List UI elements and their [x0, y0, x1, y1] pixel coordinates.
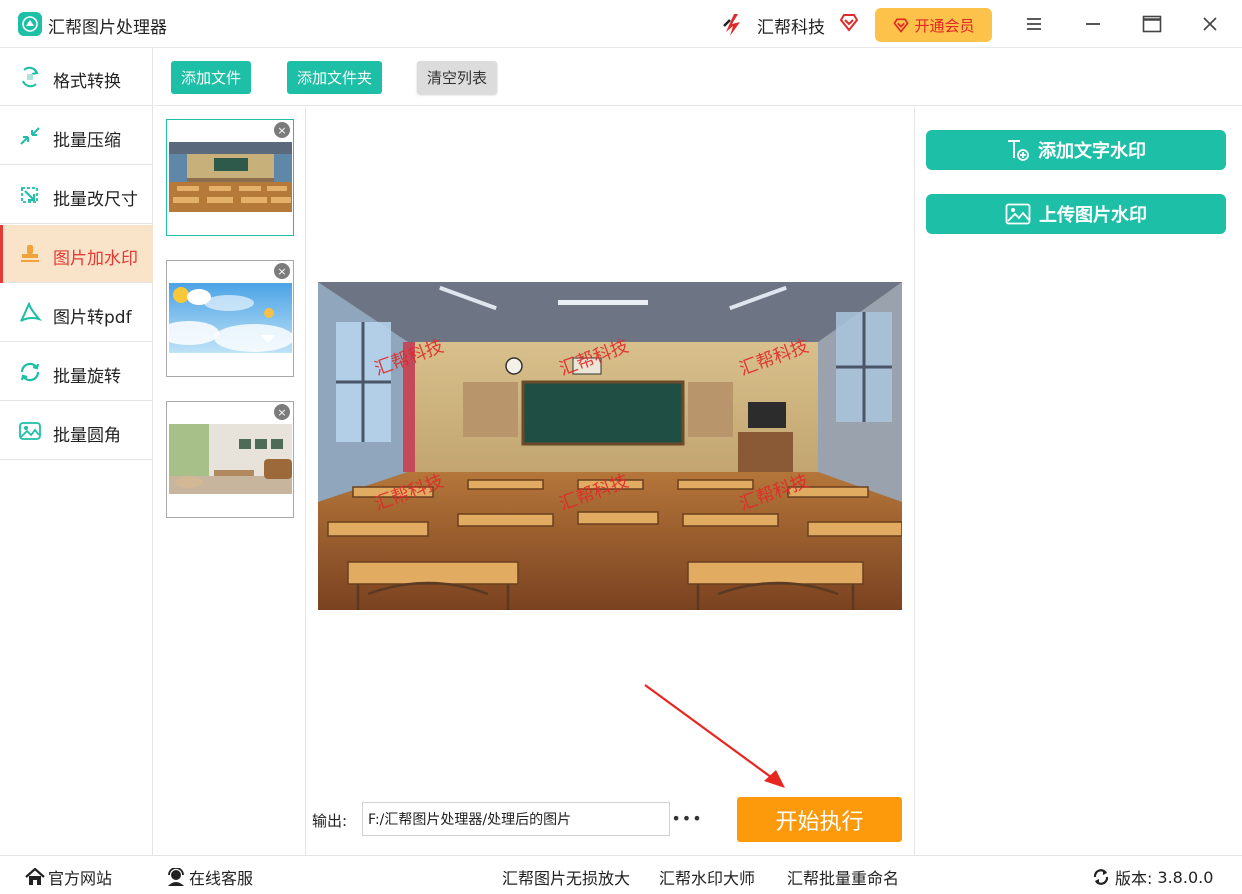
footer-link-batch-rename[interactable]: 汇帮批量重命名 — [787, 865, 899, 889]
add-text-watermark-label: 添加文字水印 — [1038, 141, 1146, 162]
preview-image: 汇帮科技 汇帮科技 汇帮科技 汇帮科技 汇帮科技 汇帮科技 — [318, 282, 902, 610]
app-title: 汇帮图片处理器 — [48, 18, 167, 38]
annotation-arrow — [644, 684, 785, 788]
sky-thumbnail-image — [169, 283, 292, 353]
vip-label: 开通会员 — [914, 16, 975, 35]
sidebar-item-compress[interactable]: 批量压缩 — [0, 107, 153, 165]
sidebar-item-resize[interactable]: 批量改尺寸 — [0, 166, 153, 224]
menu-icon[interactable] — [1022, 12, 1046, 36]
customer-service-icon — [168, 868, 184, 886]
diamond-icon — [893, 18, 910, 33]
footer-link-upscale[interactable]: 汇帮图片无损放大 — [502, 865, 630, 889]
sidebar-item-watermark[interactable]: 图片加水印 — [0, 225, 153, 283]
living-room-thumbnail-image — [169, 424, 292, 494]
sidebar-item-label: 图片转pdf — [53, 308, 132, 328]
add-text-watermark-button[interactable]: 添加文字水印 — [926, 130, 1226, 170]
footer-link-watermark-master[interactable]: 汇帮水印大师 — [659, 865, 755, 889]
thumbnail-classroom[interactable]: × — [166, 119, 294, 236]
clear-list-button[interactable]: 清空列表 — [417, 61, 497, 94]
sidebar: 格式转换 批量压缩 批量改尺寸 图片加水印 图片转pdf 批量旋转 批量圆角 — [0, 48, 153, 855]
remove-thumbnail-icon[interactable]: × — [274, 404, 290, 420]
version-label: 版本: — [1115, 869, 1153, 888]
support-label: 在线客服 — [189, 869, 254, 888]
thumbnail-list: × × × — [154, 107, 306, 855]
sidebar-item-label: 批量旋转 — [53, 367, 121, 387]
sidebar-item-rotate[interactable]: 批量旋转 — [0, 343, 153, 401]
sidebar-item-to-pdf[interactable]: 图片转pdf — [0, 284, 153, 342]
support-link[interactable]: 在线客服 — [166, 865, 253, 889]
remove-thumbnail-icon[interactable]: × — [274, 122, 290, 138]
refresh-icon[interactable] — [1092, 868, 1110, 886]
output-path-field[interactable] — [362, 802, 670, 836]
sidebar-item-format-convert[interactable]: 格式转换 — [0, 48, 153, 106]
thumbnail-living-room[interactable]: × — [166, 401, 294, 518]
add-folder-button[interactable]: 添加文件夹 — [287, 61, 382, 94]
upload-image-watermark-label: 上传图片水印 — [1039, 205, 1147, 226]
title-bar: 汇帮图片处理器 汇帮科技 开通会员 — [0, 0, 1242, 48]
sidebar-item-rounded-corner[interactable]: 批量圆角 — [0, 402, 153, 460]
compress-icon — [20, 127, 40, 145]
version-info: 版本: 3.8.0.0 — [1092, 865, 1213, 889]
format-convert-icon — [22, 66, 39, 88]
pdf-icon — [20, 302, 42, 322]
classroom-thumbnail-image — [169, 142, 292, 212]
resize-icon — [21, 187, 38, 203]
website-label: 官方网站 — [48, 869, 113, 888]
toolbar: 添加文件 添加文件夹 清空列表 — [154, 48, 1242, 106]
watermark-panel: 添加文字水印 上传图片水印 — [914, 107, 1242, 855]
brand-logo-icon — [723, 14, 740, 36]
remove-thumbnail-icon[interactable]: × — [274, 263, 290, 279]
footer: 官方网站 在线客服 汇帮图片无损放大 汇帮水印大师 汇帮批量重命名 版本: 3.… — [0, 855, 1242, 894]
thumbnail-sky[interactable]: × — [166, 260, 294, 377]
stamp-icon — [21, 245, 39, 262]
app-logo-icon — [18, 12, 42, 36]
rotate-icon — [20, 362, 40, 382]
add-file-button[interactable]: 添加文件 — [171, 61, 251, 94]
diamond-heart-icon — [839, 14, 859, 32]
rounded-corner-icon — [19, 422, 41, 440]
minimize-icon[interactable] — [1081, 12, 1105, 36]
sidebar-item-label: 图片加水印 — [53, 249, 138, 269]
sidebar-item-label: 格式转换 — [53, 72, 121, 92]
image-upload-icon — [1005, 203, 1031, 225]
upload-image-watermark-button[interactable]: 上传图片水印 — [926, 194, 1226, 234]
home-icon — [25, 868, 45, 885]
text-add-icon — [1008, 140, 1029, 161]
output-label: 输出: — [312, 812, 348, 830]
sidebar-item-label: 批量圆角 — [53, 426, 121, 446]
version-number: 3.8.0.0 — [1157, 867, 1214, 887]
sidebar-item-label: 批量压缩 — [53, 131, 121, 151]
browse-more-button[interactable]: ••• — [671, 806, 701, 830]
brand-name: 汇帮科技 — [757, 18, 825, 38]
sidebar-item-label: 批量改尺寸 — [53, 190, 138, 210]
vip-button[interactable]: 开通会员 — [875, 8, 992, 42]
close-icon[interactable] — [1198, 12, 1222, 36]
start-button[interactable]: 开始执行 — [737, 797, 902, 842]
website-link[interactable]: 官方网站 — [25, 865, 112, 889]
maximize-icon[interactable] — [1140, 12, 1164, 36]
